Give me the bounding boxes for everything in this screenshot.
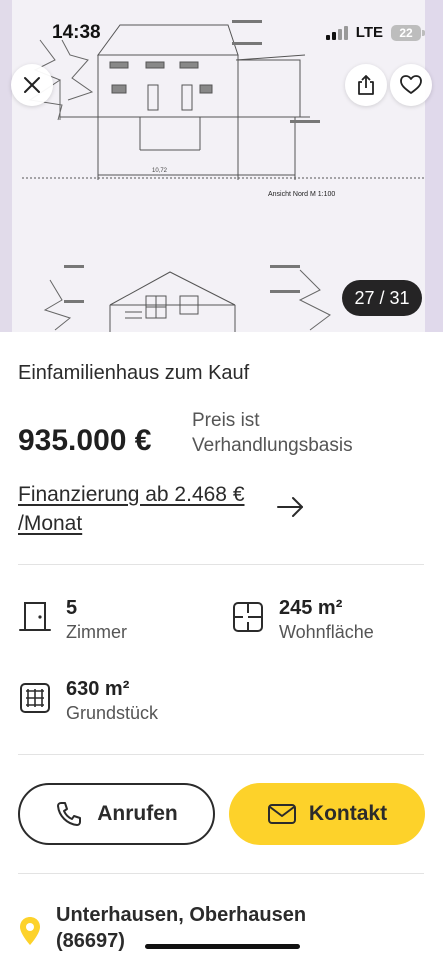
share-button[interactable] <box>345 64 387 106</box>
photo-counter: 27 / 31 <box>342 280 422 316</box>
phone-icon <box>57 802 82 826</box>
grid-icon <box>20 683 50 713</box>
heart-icon <box>400 75 422 94</box>
fact-plot-area: 630 m² Grundstück <box>18 677 158 725</box>
fact-value: 5 <box>66 597 78 619</box>
arrow-right-icon[interactable] <box>276 494 306 520</box>
contact-label: Kontakt <box>308 802 388 825</box>
listing-photo[interactable]: 10,72 Ansicht Nord M 1:100 14:38 LTE 22 … <box>0 0 443 332</box>
fact-label: Grundstück <box>66 703 159 723</box>
call-button[interactable]: Anrufen <box>18 783 215 845</box>
fact-living-area: 245 m² Wohnfläche <box>231 596 374 644</box>
mail-icon <box>267 804 296 824</box>
floorplan-icon <box>233 602 263 632</box>
divider <box>18 564 424 565</box>
fact-label: Zimmer <box>66 622 127 642</box>
battery-level: 22 <box>399 25 413 40</box>
fact-value: 630 m² <box>66 678 130 700</box>
drawing-caption: Ansicht Nord M 1:100 <box>268 191 335 198</box>
status-time: 14:38 <box>52 22 101 43</box>
battery-icon: 22 <box>391 24 425 41</box>
divider <box>18 873 424 874</box>
signal-icon <box>325 25 348 40</box>
financing-link[interactable]: Finanzierung ab 2.468 € /Monat <box>18 480 278 538</box>
call-label: Anrufen <box>97 802 178 825</box>
door-icon <box>19 602 51 631</box>
home-indicator <box>145 944 300 949</box>
listing-title: Einfamilienhaus zum Kauf <box>18 362 250 384</box>
contact-button[interactable]: Kontakt <box>229 783 425 845</box>
status-indicators: LTE 22 <box>325 24 425 41</box>
status-bar: 14:38 LTE 22 <box>0 0 443 60</box>
location-pin-icon <box>20 917 40 945</box>
favorite-button[interactable] <box>390 64 432 106</box>
fact-rooms: 5 Zimmer <box>18 596 127 644</box>
close-icon <box>24 77 40 93</box>
dimension-label: 10,72 <box>152 168 168 174</box>
price-note: Preis ist Verhandlungsbasis <box>192 410 353 456</box>
network-label: LTE <box>355 24 383 41</box>
close-button[interactable] <box>11 64 53 106</box>
divider <box>18 754 424 755</box>
fact-label: Wohnfläche <box>279 622 374 642</box>
listing-price: 935.000 € <box>18 424 152 457</box>
fact-value: 245 m² <box>279 597 343 619</box>
share-icon <box>358 75 374 95</box>
